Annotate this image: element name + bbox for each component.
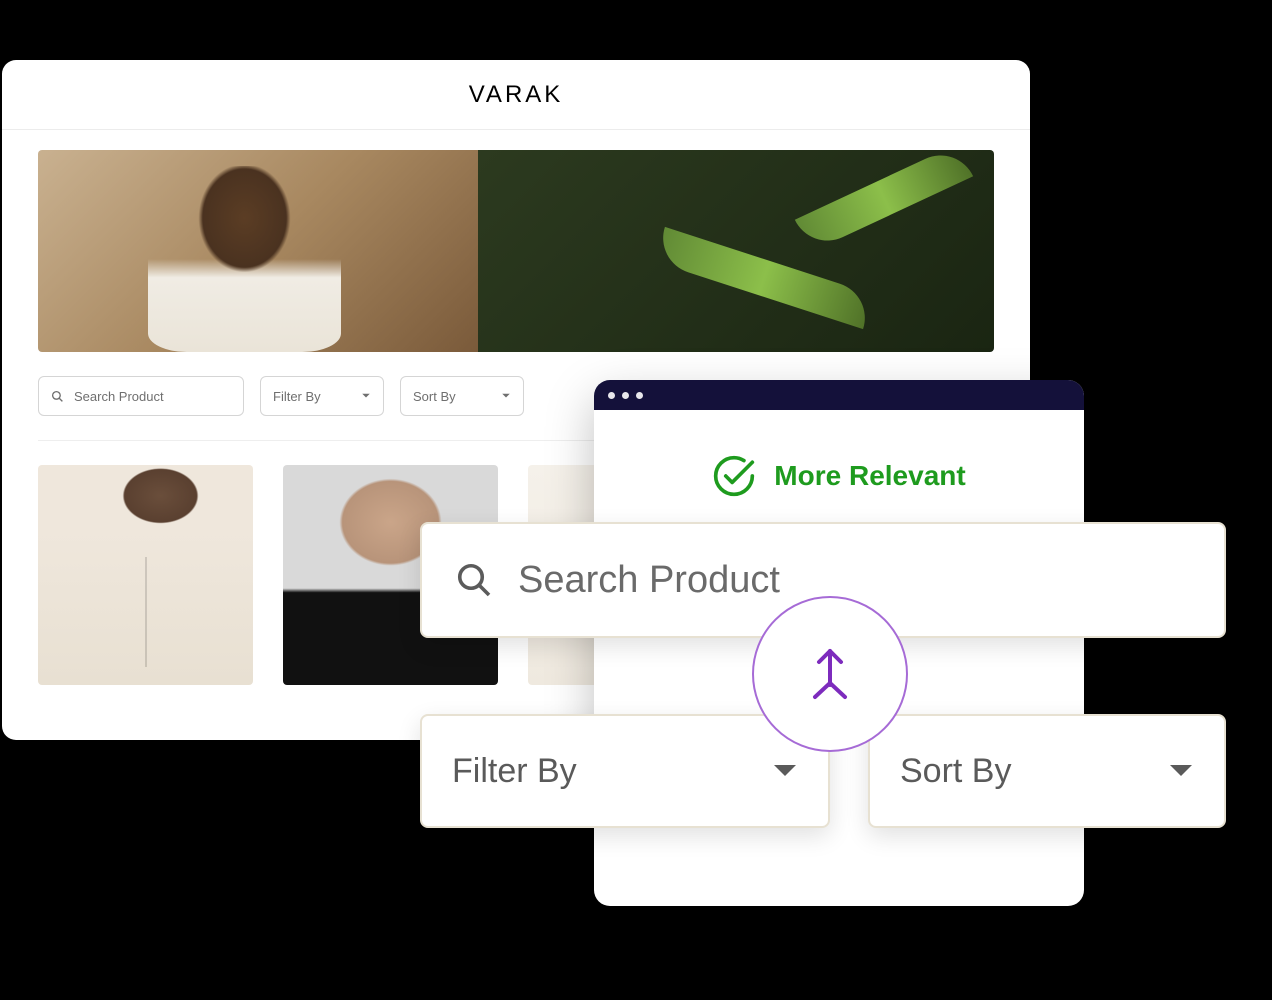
search-icon <box>456 562 492 598</box>
sort-label: Sort By <box>413 389 456 404</box>
window-dot <box>622 392 629 399</box>
brand-name: VARAK <box>469 81 564 109</box>
filter-label: Filter By <box>273 389 321 404</box>
merge-indicator <box>752 596 908 752</box>
merge-arrow-icon <box>807 645 853 703</box>
site-header: VARAK <box>2 60 1030 130</box>
chevron-down-icon <box>772 763 798 779</box>
sort-dropdown[interactable]: Sort By <box>400 376 524 416</box>
search-input[interactable]: Search Product <box>38 376 244 416</box>
search-placeholder: Search Product <box>74 389 164 404</box>
window-dot <box>636 392 643 399</box>
sort-dropdown-large[interactable]: Sort By <box>868 714 1226 828</box>
sort-label-large: Sort By <box>900 752 1011 791</box>
chevron-down-icon <box>501 393 511 399</box>
status-label: More Relevant <box>774 460 965 492</box>
hero-image-left <box>38 150 478 352</box>
chevron-down-icon <box>361 393 371 399</box>
filter-dropdown-large[interactable]: Filter By <box>420 714 830 828</box>
search-icon <box>51 390 64 403</box>
product-card[interactable] <box>38 465 253 685</box>
popup-titlebar <box>594 380 1084 410</box>
search-placeholder-large: Search Product <box>518 559 780 602</box>
status-row: More Relevant <box>594 454 1084 498</box>
checkmark-circle-icon <box>712 454 756 498</box>
filter-label-large: Filter By <box>452 752 577 791</box>
chevron-down-icon <box>1168 763 1194 779</box>
window-dot <box>608 392 615 399</box>
hero-banner <box>38 150 994 352</box>
hero-image-right <box>478 150 994 352</box>
filter-dropdown[interactable]: Filter By <box>260 376 384 416</box>
